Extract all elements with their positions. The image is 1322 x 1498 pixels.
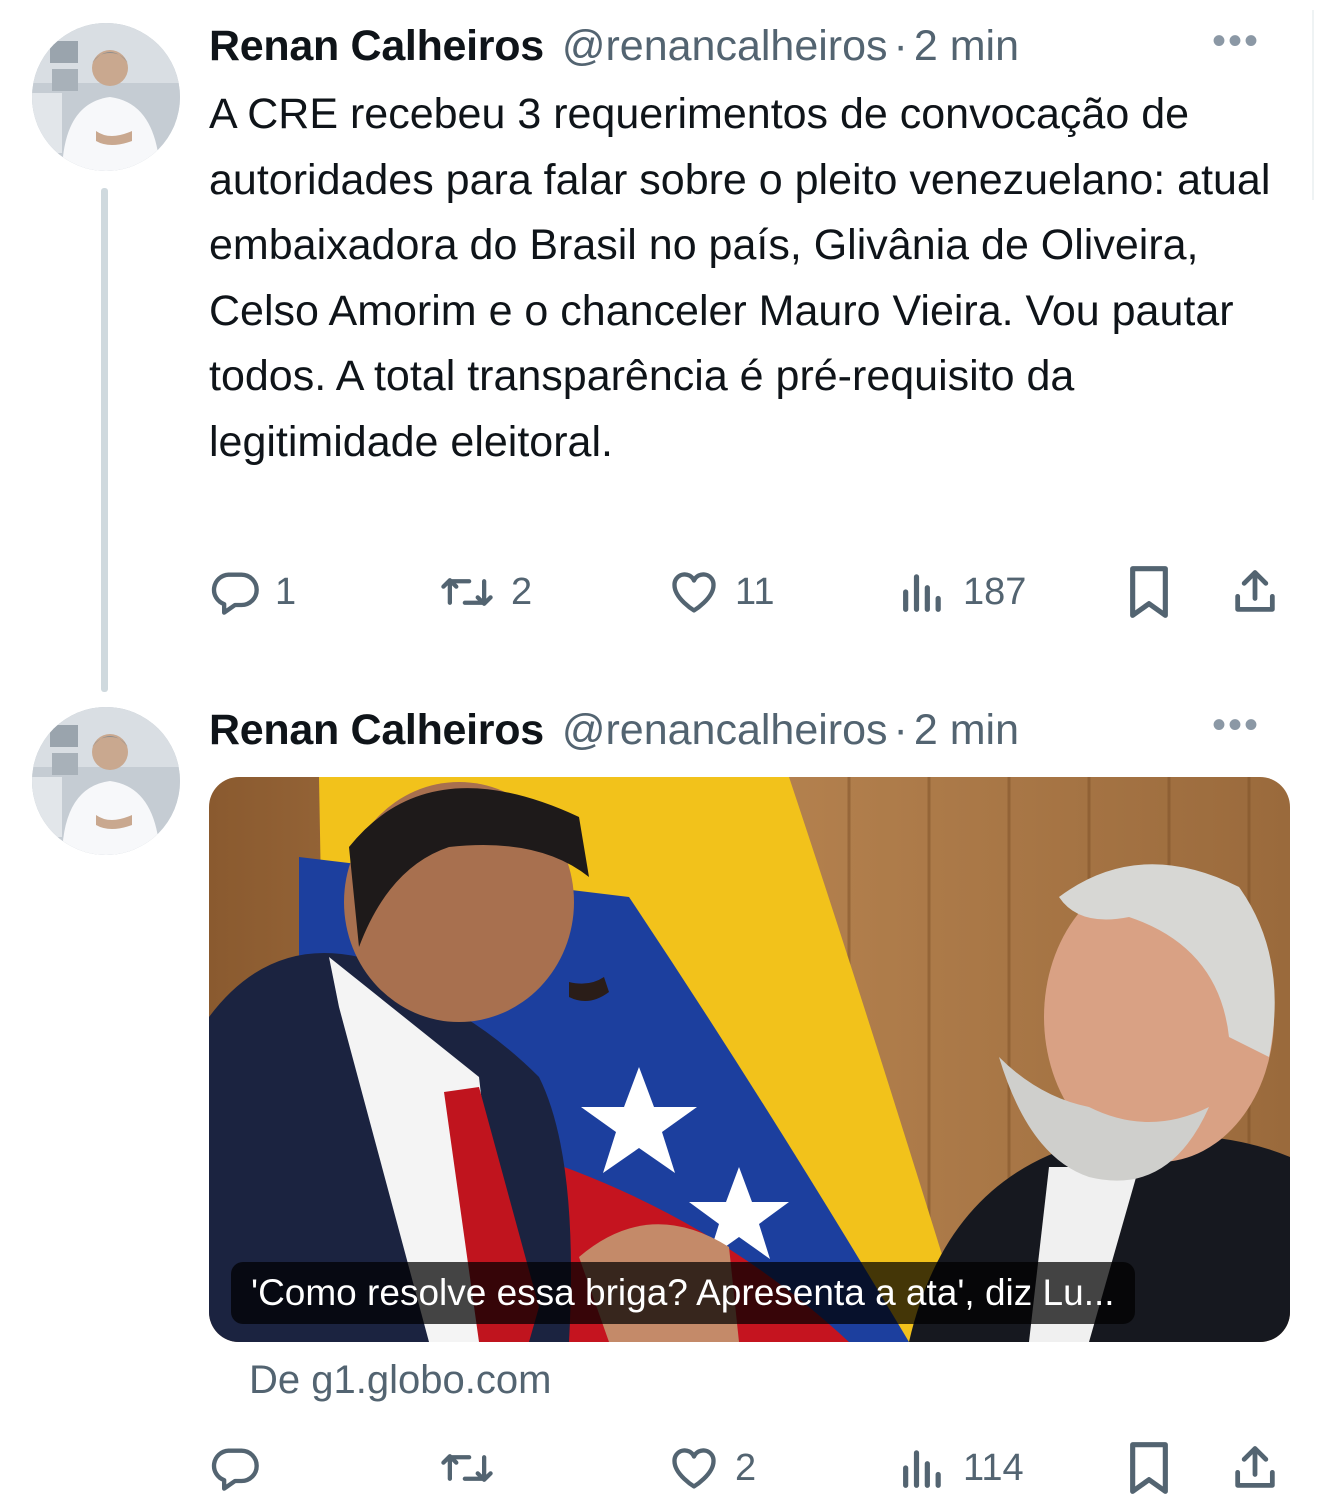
view-count: 187	[963, 570, 1027, 613]
reply-count: 1	[275, 570, 297, 613]
views-button[interactable]: 187	[897, 562, 1026, 622]
reply-icon	[211, 572, 259, 615]
retweet-icon	[441, 578, 493, 606]
share-button[interactable]	[1229, 1438, 1281, 1498]
like-button[interactable]: 11	[667, 562, 774, 622]
reply-icon	[211, 1448, 259, 1491]
views-icon	[903, 1450, 941, 1488]
timestamp[interactable]: 2 min	[914, 706, 1019, 755]
reply-button[interactable]	[209, 1438, 275, 1498]
views-icon	[903, 574, 941, 612]
author-name[interactable]: Renan Calheiros	[209, 706, 544, 755]
action-bar: 2 114	[209, 1438, 1289, 1498]
retweet-icon	[441, 1454, 493, 1482]
heart-icon	[672, 1448, 716, 1489]
tweet-text: A CRE recebeu 3 requerimentos de convoca…	[209, 90, 1271, 466]
action-bar: 1 2 11 187	[209, 562, 1289, 622]
share-icon	[1235, 570, 1275, 612]
timestamp[interactable]: 2 min	[914, 22, 1019, 71]
tweet-header: Renan Calheiros @renancalheiros · 2 min …	[209, 705, 1282, 755]
tweet-header: Renan Calheiros @renancalheiros · 2 min …	[209, 21, 1282, 71]
card-image	[209, 777, 1290, 1342]
like-count: 11	[735, 570, 775, 613]
like-count: 2	[735, 1446, 757, 1489]
bookmark-button[interactable]	[1124, 562, 1174, 622]
share-button[interactable]	[1229, 562, 1281, 622]
like-button[interactable]: 2	[667, 1438, 756, 1498]
views-button[interactable]: 114	[897, 1438, 1024, 1498]
reply-button[interactable]: 1	[209, 562, 296, 622]
avatar[interactable]	[32, 23, 180, 171]
card-title: 'Como resolve essa briga? Apresenta a at…	[231, 1262, 1135, 1324]
author-handle[interactable]: @renancalheiros	[562, 706, 888, 755]
author-name[interactable]: Renan Calheiros	[209, 22, 544, 71]
bookmark-button[interactable]	[1124, 1438, 1174, 1498]
more-options-icon[interactable]: •••	[1212, 705, 1260, 745]
author-handle[interactable]: @renancalheiros	[562, 22, 888, 71]
card-source[interactable]: De g1.globo.com	[249, 1358, 551, 1403]
retweet-count: 2	[511, 570, 533, 613]
more-options-icon[interactable]: •••	[1212, 21, 1260, 61]
bookmark-icon	[1130, 566, 1168, 618]
separator: ·	[893, 705, 908, 754]
share-icon	[1235, 1446, 1275, 1488]
link-card[interactable]: 'Como resolve essa briga? Apresenta a at…	[209, 777, 1290, 1342]
separator: ·	[893, 21, 908, 70]
retweet-button[interactable]	[437, 1438, 511, 1498]
avatar[interactable]	[32, 707, 180, 855]
bookmark-icon	[1130, 1442, 1168, 1494]
view-count: 114	[963, 1446, 1024, 1489]
thread-connector	[101, 188, 108, 692]
tweet-1[interactable]: Renan Calheiros @renancalheiros · 2 min …	[0, 0, 1322, 692]
heart-icon	[672, 572, 716, 613]
retweet-button[interactable]: 2	[437, 562, 532, 622]
